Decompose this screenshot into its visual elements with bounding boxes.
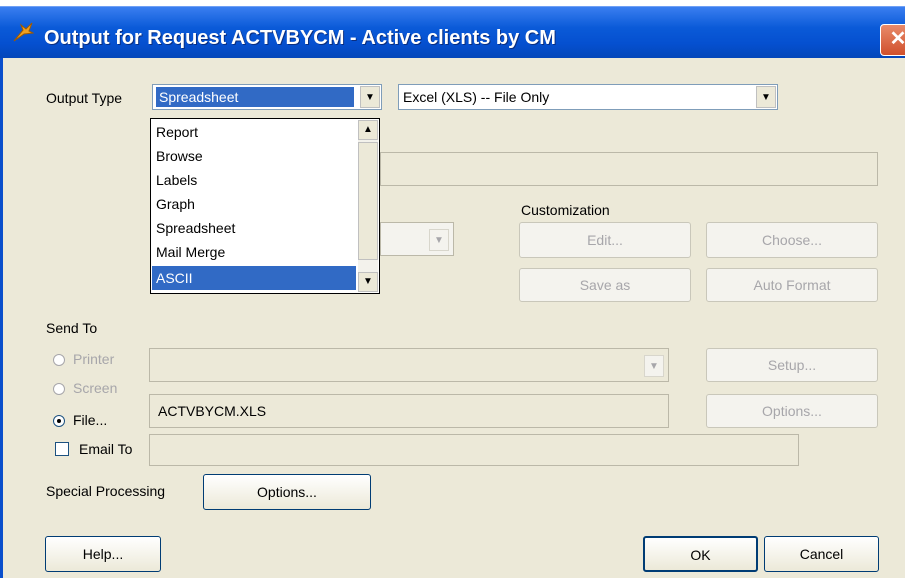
screen-label: Screen <box>73 380 118 396</box>
output-type-select[interactable]: Spreadsheet ▼ <box>152 84 382 110</box>
screen-radio[interactable] <box>53 383 65 395</box>
output-type-value: Spreadsheet <box>159 89 239 105</box>
list-item[interactable]: Report <box>152 120 356 144</box>
scroll-thumb[interactable] <box>358 142 378 260</box>
cancel-button[interactable]: Cancel <box>764 536 879 572</box>
send-to-label: Send To <box>46 320 98 336</box>
choose-button[interactable]: Choose... <box>706 222 878 258</box>
list-item[interactable]: Spreadsheet <box>152 216 356 240</box>
help-button[interactable]: Help... <box>45 536 161 572</box>
list-item[interactable]: Browse <box>152 144 356 168</box>
email-field <box>149 434 799 466</box>
email-label: Email To <box>79 441 133 457</box>
email-checkbox[interactable] <box>55 442 69 456</box>
close-icon[interactable]: ✕ <box>880 24 905 56</box>
app-icon <box>13 22 34 42</box>
customization-label: Customization <box>521 202 610 218</box>
output-format-select[interactable]: Excel (XLS) -- File Only ▼ <box>398 84 778 110</box>
dropdown-arrow-icon[interactable]: ▼ <box>360 86 380 108</box>
dropdown-arrow-icon: ▼ <box>429 229 449 251</box>
auto-format-button[interactable]: Auto Format <box>706 268 878 302</box>
printer-radio[interactable] <box>53 354 65 366</box>
destination-field <box>380 152 878 186</box>
template-select: ▼ <box>380 222 454 256</box>
dropdown-scrollbar[interactable]: ▲ ▼ <box>358 120 378 292</box>
list-item[interactable]: Graph <box>152 192 356 216</box>
dialog-body <box>0 58 905 578</box>
list-item[interactable]: Mail Merge <box>152 240 356 264</box>
file-label: File... <box>73 412 108 428</box>
window-border <box>0 58 3 578</box>
dropdown-arrow-icon[interactable]: ▼ <box>756 86 776 108</box>
output-format-value: Excel (XLS) -- File Only <box>403 89 550 105</box>
file-name-value: ACTVBYCM.XLS <box>158 403 267 419</box>
edit-button[interactable]: Edit... <box>519 222 691 258</box>
output-type-label: Output Type <box>46 90 123 106</box>
list-item[interactable]: Labels <box>152 168 356 192</box>
save-as-button[interactable]: Save as <box>519 268 691 302</box>
special-options-button[interactable]: Options... <box>203 474 371 510</box>
scroll-down-icon[interactable]: ▼ <box>358 272 378 292</box>
special-processing-label: Special Processing <box>46 483 166 499</box>
radio-dot <box>57 419 61 423</box>
file-name-field[interactable]: ACTVBYCM.XLS <box>149 394 669 428</box>
list-item-highlighted[interactable]: ASCII <box>152 266 356 290</box>
window-title: Output for Request ACTVBYCM - Active cli… <box>44 27 556 49</box>
output-type-dropdown-list[interactable]: Report Browse Labels Graph Spreadsheet M… <box>150 118 380 294</box>
printer-label: Printer <box>73 351 115 367</box>
scroll-up-icon[interactable]: ▲ <box>358 120 378 140</box>
options-button[interactable]: Options... <box>706 394 878 428</box>
printer-select: ▼ <box>149 348 669 382</box>
title-bar: Output for Request ACTVBYCM - Active cli… <box>0 6 905 59</box>
setup-button[interactable]: Setup... <box>706 348 878 382</box>
ok-button[interactable]: OK <box>643 536 758 572</box>
dropdown-arrow-icon: ▼ <box>644 355 664 377</box>
file-radio[interactable] <box>53 415 65 427</box>
